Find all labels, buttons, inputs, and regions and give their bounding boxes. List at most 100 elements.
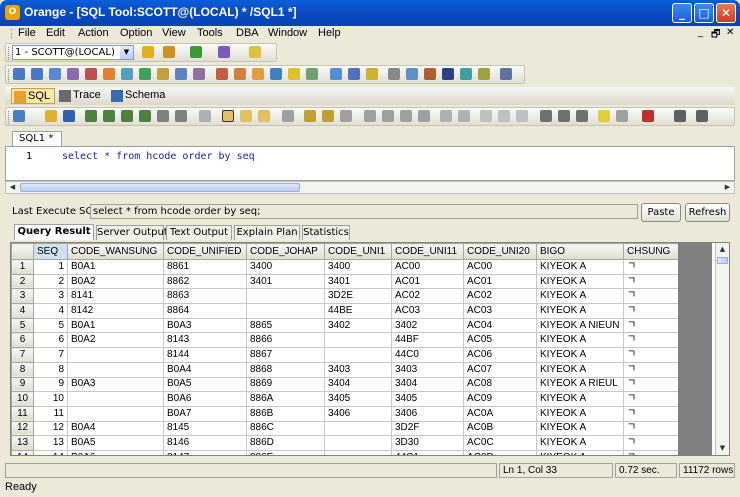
- table-cell[interactable]: 9: [33, 376, 68, 393]
- table-cell[interactable]: 44C1: [391, 449, 464, 455]
- tablespace-icon[interactable]: [406, 68, 418, 80]
- row-number[interactable]: 9: [11, 376, 34, 393]
- result-grid[interactable]: SEQ CODE_WANSUNG CODE_UNIFIED CODE_JOHAP…: [10, 242, 730, 456]
- table-cell[interactable]: ㄱ: [623, 303, 679, 319]
- table-cell[interactable]: 8868: [246, 361, 325, 378]
- table-cell[interactable]: 3D2F: [391, 420, 464, 437]
- chevron-down-icon[interactable]: ▼: [120, 46, 133, 59]
- table-cell[interactable]: AC00: [463, 259, 537, 275]
- table-cell[interactable]: 8146: [163, 435, 247, 451]
- mdi-close-button[interactable]: ✕: [726, 27, 734, 38]
- paste-icon[interactable]: [400, 110, 412, 122]
- table-cell[interactable]: KIYEOK A: [536, 332, 624, 349]
- tab-explain-plan[interactable]: Explain Plan: [234, 225, 300, 240]
- table-cell[interactable]: 3404: [391, 376, 464, 393]
- table-cell[interactable]: [67, 361, 164, 378]
- commit-icon[interactable]: [190, 46, 202, 58]
- tab-statistics[interactable]: Statistics: [302, 225, 350, 240]
- table-cell[interactable]: 3400: [246, 259, 325, 275]
- table-cell[interactable]: AC08: [463, 376, 537, 393]
- table-cell[interactable]: B0A6: [67, 449, 164, 455]
- tuning-icon[interactable]: [270, 68, 282, 80]
- table-cell[interactable]: 8141: [67, 288, 164, 305]
- table-cell[interactable]: AC03: [463, 303, 537, 319]
- scroll-right-icon[interactable]: ▶: [722, 182, 733, 193]
- case-icon[interactable]: [616, 110, 628, 122]
- table-cell[interactable]: 8866: [246, 332, 325, 349]
- table-cell[interactable]: 8144: [163, 347, 247, 363]
- table-cell[interactable]: 886B: [246, 405, 325, 422]
- data-loader-icon[interactable]: [121, 68, 133, 80]
- find-icon[interactable]: [540, 110, 552, 122]
- table-cell[interactable]: 3405: [324, 391, 392, 407]
- table-cell[interactable]: KIYEOK A RIEUL: [536, 376, 624, 393]
- col-header-code-wansung[interactable]: CODE_WANSUNG: [67, 243, 164, 260]
- col-header-chsung[interactable]: CHSUNG: [623, 243, 679, 260]
- list-icon[interactable]: [696, 110, 708, 122]
- table-cell[interactable]: 6: [33, 332, 68, 349]
- table-cell[interactable]: [324, 435, 392, 451]
- table-cell[interactable]: AC04: [463, 317, 537, 334]
- copy-icon[interactable]: [382, 110, 394, 122]
- table-cell[interactable]: 8147: [163, 449, 247, 455]
- table-cell[interactable]: 8867: [246, 347, 325, 363]
- table-cell[interactable]: ㄱ: [623, 405, 679, 422]
- table-cell[interactable]: [67, 405, 164, 422]
- execute-icon[interactable]: [85, 110, 97, 122]
- table-cell[interactable]: 886D: [246, 435, 325, 451]
- row-number[interactable]: 11: [11, 405, 34, 422]
- paste-button[interactable]: Paste: [641, 203, 681, 222]
- table-cell[interactable]: AC02: [463, 288, 537, 305]
- table-cell[interactable]: 13: [33, 435, 68, 451]
- table-cell[interactable]: 8142: [67, 303, 164, 319]
- tab-query-result[interactable]: Query Result: [14, 224, 94, 240]
- table-row[interactable]: 7 7 8144 8867 44C0 AC06 KIYEOK Aㄱ: [11, 347, 679, 363]
- table-cell[interactable]: KIYEOK A: [536, 435, 624, 451]
- table-row[interactable]: 3 3 8141 8863 3D2E AC02 AC02 KIYEOK Aㄱ: [11, 288, 679, 305]
- grid-vertical-scrollbar[interactable]: ▲ ▼: [715, 243, 729, 455]
- table-cell[interactable]: 886C: [246, 420, 325, 437]
- tab-server-output[interactable]: Server Output: [96, 225, 168, 240]
- table-cell[interactable]: 8143: [163, 332, 247, 349]
- table-cell[interactable]: AC01: [391, 273, 464, 290]
- refresh-button[interactable]: Refresh: [685, 203, 730, 222]
- table-cell[interactable]: 8862: [163, 273, 247, 290]
- title-bar[interactable]: O Orange - [SQL Tool:SCOTT@(LOCAL) * /SQ…: [0, 0, 740, 26]
- bind-icon[interactable]: [304, 110, 316, 122]
- table-cell[interactable]: B0A3: [67, 376, 164, 393]
- table-cell[interactable]: ㄱ: [623, 347, 679, 363]
- table-cell[interactable]: 8869: [246, 376, 325, 393]
- delete-icon[interactable]: [418, 110, 430, 122]
- close-button[interactable]: ✕: [716, 3, 736, 23]
- table-cell[interactable]: ㄱ: [623, 420, 679, 437]
- table-cell[interactable]: 44C0: [391, 347, 464, 363]
- table-cell[interactable]: 2: [33, 273, 68, 290]
- new-icon[interactable]: [13, 110, 25, 122]
- col-header-code-uni1[interactable]: CODE_UNI1: [324, 243, 392, 260]
- session-monitor-icon[interactable]: [216, 68, 228, 80]
- menu-file[interactable]: File: [18, 27, 36, 39]
- table-cell[interactable]: 1: [33, 259, 68, 275]
- options-icon[interactable]: [500, 68, 512, 80]
- table-cell[interactable]: ㄱ: [623, 273, 679, 290]
- table-cell[interactable]: 3401: [324, 273, 392, 290]
- datafile-icon[interactable]: [424, 68, 436, 80]
- options-icon[interactable]: [674, 110, 686, 122]
- grid-mode-icon[interactable]: [222, 110, 234, 122]
- table-cell[interactable]: 8865: [246, 317, 325, 334]
- table-row[interactable]: 1 1 B0A1 8861 3400 3400 AC00 AC00 KIYEOK Aㄱ: [11, 259, 679, 275]
- table-cell[interactable]: B0A4: [163, 361, 247, 378]
- table-cell[interactable]: AC0D: [463, 449, 537, 455]
- stop-icon[interactable]: [199, 110, 211, 122]
- storage-icon[interactable]: [388, 68, 400, 80]
- table-cell[interactable]: [324, 449, 392, 455]
- undo-icon[interactable]: [440, 110, 452, 122]
- menu-edit[interactable]: Edit: [46, 27, 65, 39]
- execute-all-icon[interactable]: [103, 110, 115, 122]
- scroll-up-icon[interactable]: ▲: [717, 244, 728, 255]
- table-cell[interactable]: 10: [33, 391, 68, 407]
- table-cell[interactable]: [324, 347, 392, 363]
- user-icon[interactable]: [330, 68, 342, 80]
- explain-icon[interactable]: [157, 110, 169, 122]
- table-cell[interactable]: AC0C: [463, 435, 537, 451]
